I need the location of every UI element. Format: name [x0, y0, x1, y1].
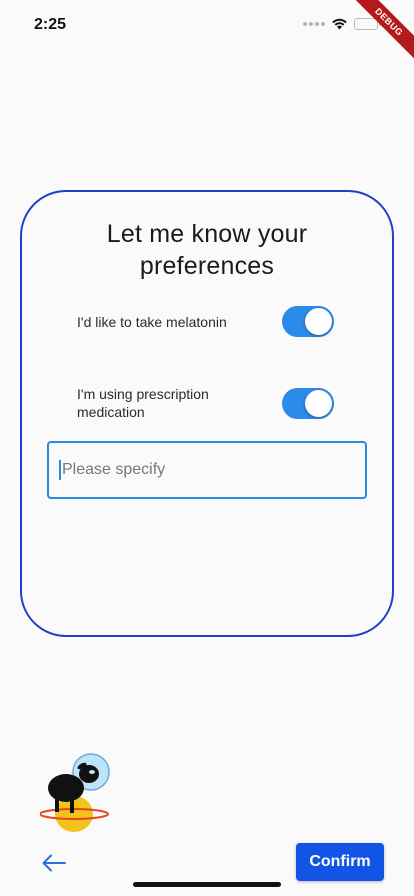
confirm-button[interactable]: Confirm — [296, 843, 384, 881]
status-time: 2:25 — [34, 16, 67, 33]
melatonin-toggle[interactable] — [282, 306, 334, 337]
specify-input[interactable] — [62, 461, 352, 479]
preferences-card: Let me know your preferences I'd like to… — [20, 190, 394, 637]
debug-banner: DEBUG — [344, 0, 414, 67]
prescription-preference-row: I'm using prescription medication — [77, 385, 334, 421]
sheep-astronaut-illustration — [40, 753, 110, 832]
toggle-knob — [305, 389, 332, 417]
prescription-label: I'm using prescription medication — [77, 386, 209, 420]
signal-dots-icon — [303, 21, 325, 26]
text-cursor — [59, 460, 61, 480]
preferences-screen: 2:25 DEBUG Let me know your preferences … — [0, 0, 414, 896]
back-button[interactable] — [40, 850, 68, 876]
status-icons — [303, 17, 381, 30]
specify-field[interactable] — [47, 441, 367, 499]
toggle-knob — [305, 308, 332, 335]
melatonin-label: I'd like to take melatonin — [77, 313, 227, 330]
home-indicator — [133, 882, 281, 887]
card-title: Let me know your preferences — [106, 220, 308, 280]
melatonin-preference-row: I'd like to take melatonin — [77, 306, 334, 337]
arrow-left-icon — [42, 854, 66, 872]
prescription-toggle[interactable] — [282, 387, 334, 419]
wifi-icon — [332, 18, 347, 30]
